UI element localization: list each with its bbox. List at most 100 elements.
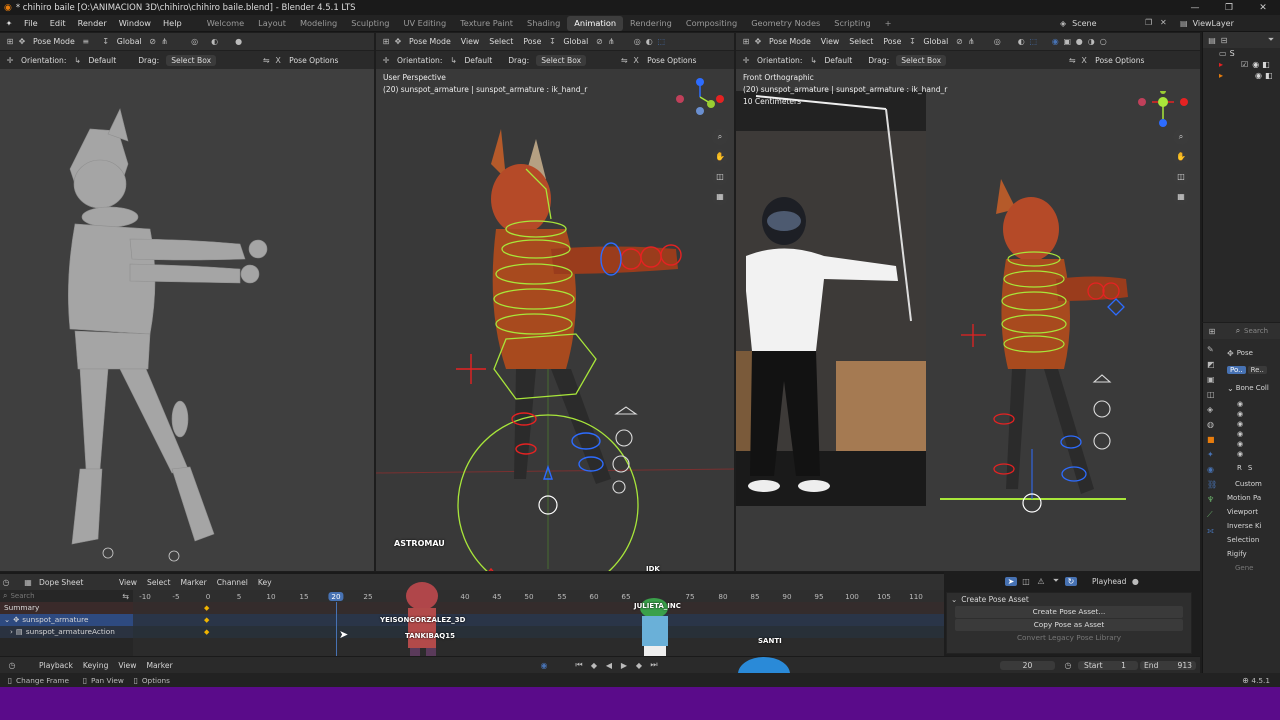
tab-geometry-nodes[interactable]: Geometry Nodes: [744, 16, 827, 31]
constraint-tab-icon[interactable]: ⛓: [1207, 480, 1217, 489]
outliner-panel[interactable]: ▤ ⊟ ⏷ ▭ S ▸ ☑ ◉ ◧ ▸ ◉ ◧: [1202, 32, 1280, 322]
pivot-icon[interactable]: ⊘: [953, 37, 965, 46]
show-hidden-icon[interactable]: ◫: [1020, 577, 1032, 586]
section-rigify[interactable]: Rigify: [1227, 550, 1279, 558]
next-keyframe-icon[interactable]: ◆: [633, 661, 645, 670]
swap-icon[interactable]: ⇆: [122, 592, 129, 601]
channel-menu[interactable]: Channel: [212, 578, 253, 587]
snap-toggle-icon[interactable]: ●: [1129, 577, 1141, 586]
select-menu[interactable]: Select: [844, 37, 878, 46]
overlay-icon[interactable]: ◉: [1049, 37, 1061, 46]
tool-tab-icon[interactable]: ✎: [1207, 345, 1217, 354]
section-motion-paths[interactable]: Motion Pa: [1227, 494, 1279, 502]
maximize-button[interactable]: ❐: [1212, 3, 1246, 13]
tab-texture-paint[interactable]: Texture Paint: [453, 16, 520, 31]
data-tab-icon[interactable]: ♆: [1207, 495, 1217, 504]
close-button[interactable]: ✕: [1246, 3, 1280, 13]
drag-dropdown[interactable]: Select Box: [166, 54, 217, 66]
display-mode-icon[interactable]: ⊟: [1218, 36, 1230, 45]
tab-welcome[interactable]: Welcome: [200, 16, 251, 31]
eye-icon[interactable]: ◉: [1255, 71, 1262, 80]
menu-edit[interactable]: Edit: [44, 18, 72, 28]
shading-rendered-icon[interactable]: ○: [1097, 37, 1109, 46]
prev-keyframe-icon[interactable]: ◆: [588, 661, 600, 670]
marker-menu[interactable]: Marker: [175, 578, 211, 587]
keyframe-diamond[interactable]: ◆: [204, 628, 209, 636]
section-custom[interactable]: Custom: [1227, 480, 1279, 488]
orientation-dropdown[interactable]: Default: [459, 56, 497, 65]
outliner-scene-row[interactable]: ▭ S: [1203, 48, 1280, 59]
object-tab-icon[interactable]: ■: [1207, 435, 1217, 444]
s-button[interactable]: S: [1248, 464, 1252, 472]
mode-dropdown[interactable]: Pose Mode: [764, 37, 816, 46]
pivot-icon[interactable]: ⊘: [147, 37, 159, 46]
pivot-icon[interactable]: ⊘: [593, 37, 605, 46]
keyframe-area[interactable]: -10 -5 0 5 10 15 20 25 40 45 50 55 60 65…: [133, 590, 944, 656]
pose-section[interactable]: ✥ Pose: [1227, 347, 1279, 359]
errors-icon[interactable]: ⚠: [1035, 577, 1047, 586]
tab-animation[interactable]: Animation: [567, 15, 624, 31]
tab-sculpting[interactable]: Sculpting: [344, 16, 396, 31]
properties-search[interactable]: Search: [1244, 327, 1268, 335]
outliner-object-row[interactable]: ▸ ◉ ◧: [1203, 70, 1280, 81]
marker-menu[interactable]: Marker: [141, 661, 177, 670]
scene-selector[interactable]: ◈ Scene: [1060, 19, 1097, 28]
world-tab-icon[interactable]: ◍: [1207, 420, 1217, 429]
viewport-right[interactable]: ⊞ ✥ Pose Mode View Select Pose ↧ Global …: [736, 33, 1200, 571]
play-icon[interactable]: ▶: [618, 661, 630, 670]
output-tab-icon[interactable]: ▣: [1207, 375, 1217, 384]
frame-ruler[interactable]: -10 -5 0 5 10 15 20 25 40 45 50 55 60 65…: [133, 590, 944, 602]
select-menu[interactable]: Select: [142, 578, 175, 587]
dope-sheet-mode-dropdown[interactable]: Dope Sheet: [34, 578, 114, 587]
mirror-icon[interactable]: ⇋: [618, 56, 630, 65]
pose-position-button[interactable]: Po..: [1227, 365, 1246, 374]
drag-dropdown[interactable]: Select Box: [896, 54, 947, 66]
copy-pose-as-asset-button[interactable]: Copy Pose as Asset: [955, 619, 1183, 631]
eye-icon[interactable]: ◉: [1237, 410, 1279, 418]
bone-constraint-tab-icon[interactable]: ⟗: [1207, 526, 1217, 536]
render-tab-icon[interactable]: ◩: [1207, 360, 1217, 369]
shading-material-icon[interactable]: ◑: [1085, 37, 1097, 46]
channel-search-input[interactable]: Search: [10, 592, 34, 600]
orientation-dropdown[interactable]: Default: [83, 56, 121, 65]
tab-shading[interactable]: Shading: [520, 16, 567, 31]
jump-start-icon[interactable]: ⏮: [573, 660, 585, 670]
channel-action[interactable]: › ▤ sunspot_armatureAction: [0, 626, 133, 638]
orientation-dropdown[interactable]: Default: [819, 56, 857, 65]
view-menu[interactable]: View: [816, 37, 845, 46]
eye-icon[interactable]: ◉: [1237, 420, 1279, 428]
shading-solid-icon[interactable]: ●: [1073, 37, 1085, 46]
playhead-line[interactable]: [336, 602, 337, 656]
current-frame-indicator[interactable]: 20: [328, 592, 344, 601]
proportional-icon[interactable]: ◎: [991, 37, 1003, 46]
start-frame-field[interactable]: Start 1: [1078, 660, 1138, 670]
snap-icon[interactable]: ⋔: [159, 37, 171, 46]
pose-menu[interactable]: Pose: [518, 37, 546, 46]
gizmo-toggle-icon[interactable]: ⬚: [1027, 37, 1039, 46]
mode-dropdown[interactable]: Pose Mode: [404, 37, 456, 46]
editor-type-icon[interactable]: ⊞: [380, 37, 392, 46]
current-frame-field[interactable]: 20: [1000, 660, 1055, 670]
mirror-icon[interactable]: ⇋: [1066, 56, 1078, 65]
keying-menu[interactable]: Keying: [78, 661, 114, 670]
menu-window[interactable]: Window: [113, 18, 157, 28]
section-selection[interactable]: Selection: [1227, 536, 1279, 544]
xray-icon[interactable]: ▣: [1061, 37, 1073, 46]
eye-icon[interactable]: ◉: [1237, 430, 1279, 438]
proportional-icon[interactable]: ◎: [631, 37, 643, 46]
mode-dropdown[interactable]: Pose Mode: [28, 37, 80, 46]
view-menu[interactable]: View: [113, 661, 141, 670]
record-icon[interactable]: ◉: [538, 661, 550, 670]
move-tool-icon[interactable]: ✛: [4, 56, 16, 65]
filter-icon[interactable]: ⏷: [1265, 35, 1277, 45]
dope-sheet-editor[interactable]: ◷ ▦ Dope Sheet View Select Marker Channe…: [0, 565, 944, 670]
channel-summary[interactable]: Summary: [0, 602, 133, 614]
snap-icon[interactable]: ⋔: [605, 37, 617, 46]
editor-type-icon[interactable]: ◷: [6, 661, 18, 670]
menu-icon[interactable]: ≡: [80, 37, 92, 46]
tab-scripting[interactable]: Scripting: [827, 16, 877, 31]
bone-collections-section[interactable]: ⌄ Bone Coll: [1227, 382, 1279, 394]
pose-options-dropdown[interactable]: Pose Options: [642, 56, 701, 65]
sync-icon[interactable]: ↻: [1065, 576, 1077, 586]
drag-dropdown[interactable]: Select Box: [536, 54, 587, 66]
